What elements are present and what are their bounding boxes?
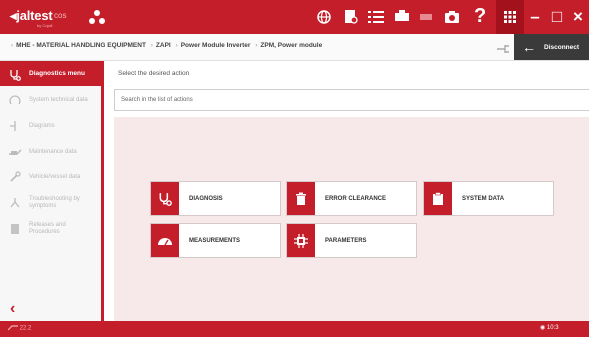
logo-suffix: cos (54, 11, 67, 20)
gauge-icon (151, 224, 179, 257)
logo-tagline: by Cojali (37, 23, 53, 28)
stethoscope-icon (9, 68, 21, 81)
troubleshoot-icon (8, 196, 22, 210)
truck-icon[interactable] (392, 7, 412, 27)
breadcrumb-separator: › (255, 42, 258, 49)
status-version: 22.2 (7, 325, 31, 332)
sidebar-item-label: Diagrams (29, 122, 55, 129)
sidebar-item-diagnostics-menu[interactable]: Diagnostics menu (0, 61, 101, 86)
disconnect-button[interactable]: ← Disconnect (514, 34, 589, 60)
globe-icon[interactable] (314, 7, 334, 27)
sidebar-item-label: Troubleshooting by symptoms (29, 196, 80, 209)
status-time: 10:3 (546, 325, 559, 331)
diagram-icon (8, 119, 22, 133)
breadcrumb-item[interactable]: ZPM, Power module (260, 42, 322, 49)
breadcrumb-bar: › MHE - MATERIAL HANDLING EQUIPMENT › ZAPI… (0, 34, 589, 61)
info-icon (8, 93, 22, 107)
chip-icon (287, 224, 315, 257)
wrench-icon (8, 170, 22, 184)
connector-icon[interactable] (416, 7, 436, 27)
sidebar-item-label: Diagnostics menu (29, 70, 85, 77)
disconnect-label: Disconnect (544, 43, 580, 51)
action-error-clearance[interactable]: ERROR CLEARANCE (286, 181, 417, 216)
sidebar-item-label: Maintenance data (29, 148, 77, 155)
sidebar-item-system-technical-data[interactable]: System technical data (0, 91, 101, 109)
action-label: SYSTEM DATA (462, 195, 505, 202)
help-icon[interactable]: ? (474, 5, 486, 28)
list-icon[interactable] (366, 7, 386, 27)
action-label: PARAMETERS (325, 237, 367, 244)
trash-icon (287, 182, 315, 215)
action-diagnosis[interactable]: DIAGNOSIS (150, 181, 281, 216)
status-bar: 22.2 ◉ 10:3 (0, 321, 589, 337)
apps-grid-icon[interactable] (496, 0, 524, 34)
breadcrumb-item[interactable]: MHE - MATERIAL HANDLING EQUIPMENT (16, 42, 146, 49)
breadcrumb-item[interactable]: ZAPI (156, 42, 171, 49)
status-indicators: ◉ 10:3 (540, 324, 559, 331)
action-label: MEASUREMENTS (189, 237, 241, 244)
close-button[interactable]: × (567, 0, 589, 34)
breadcrumb-separator: › (175, 42, 178, 49)
sidebar-item-vehicle-vessel-data[interactable]: Vehicle/vessel data (0, 169, 101, 185)
book-icon (8, 222, 22, 236)
action-parameters[interactable]: PARAMETERS (286, 223, 417, 258)
clipboard-icon (424, 182, 452, 215)
tools-icon[interactable] (88, 8, 106, 26)
action-measurements[interactable]: MEASUREMENTS (150, 223, 281, 258)
maximize-button[interactable]: □ (546, 0, 568, 34)
action-label: DIAGNOSIS (189, 195, 223, 202)
plug-icon[interactable] (495, 39, 511, 60)
stethoscope-icon (151, 182, 179, 215)
minimize-button[interactable]: – (524, 0, 546, 34)
top-bar: ◂jaltest cos by Cojali ? – □ × (0, 0, 589, 34)
sidebar: Diagnostics menu System technical data D… (0, 61, 104, 321)
action-prompt: Select the desired action (118, 70, 190, 77)
sidebar-item-diagrams[interactable]: Diagrams (0, 119, 101, 133)
search-placeholder: Search in the list of actions (121, 97, 193, 103)
oilcan-icon (8, 145, 22, 159)
search-input[interactable]: Search in the list of actions (114, 89, 589, 111)
report-icon[interactable] (341, 7, 361, 27)
breadcrumb-separator: › (150, 42, 153, 49)
actions-panel: DIAGNOSIS ERROR CLEARANCE SYSTEM DATA ME… (114, 117, 589, 321)
app-logo: ◂jaltest (10, 8, 53, 23)
chevron-left-icon[interactable]: ‹ (10, 300, 15, 318)
action-label: ERROR CLEARANCE (325, 195, 387, 202)
sidebar-item-maintenance-data[interactable]: Maintenance data (0, 145, 101, 159)
breadcrumb-item[interactable]: Power Module Inverter (181, 42, 251, 49)
wifi-icon: ◉ (540, 325, 546, 331)
sidebar-item-troubleshooting[interactable]: Troubleshooting by symptoms (0, 193, 101, 213)
action-system-data[interactable]: SYSTEM DATA (423, 181, 554, 216)
sidebar-item-releases-procedures[interactable]: Releases and Procedures (0, 219, 101, 239)
breadcrumb: › MHE - MATERIAL HANDLING EQUIPMENT › ZAPI… (8, 42, 322, 49)
sidebar-item-label: Vehicle/vessel data (29, 173, 81, 180)
main-panel: Select the desired action Search in the … (104, 61, 589, 321)
sidebar-item-label: System technical data (29, 96, 88, 103)
camera-icon[interactable] (442, 7, 462, 27)
sidebar-item-label: Releases and Procedures (29, 222, 66, 235)
arrow-left-icon: ← (522, 39, 536, 55)
breadcrumb-separator: › (11, 42, 14, 49)
